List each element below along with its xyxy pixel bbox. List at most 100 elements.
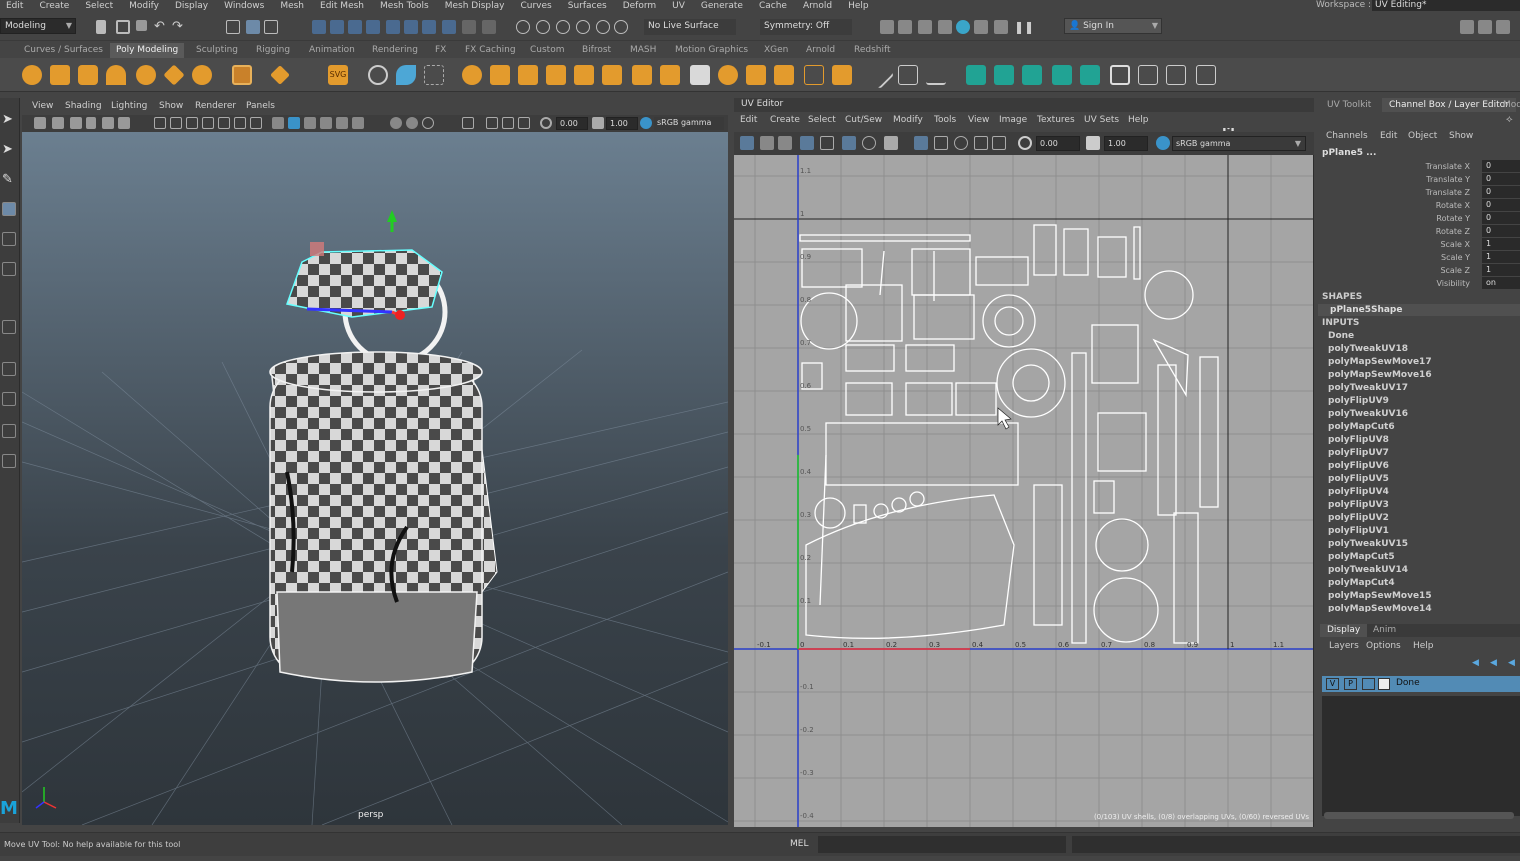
attr-translate-y[interactable]: Translate Y 0 <box>1318 173 1520 186</box>
xray-icon[interactable] <box>486 117 498 129</box>
tab-rendering[interactable]: Rendering <box>366 43 424 58</box>
uv-color-management-icon[interactable] <box>1156 136 1170 150</box>
attr-value[interactable]: 0 <box>1482 199 1520 211</box>
history-icon[interactable] <box>482 20 496 34</box>
create-layer-icon[interactable]: ◀ <box>1490 658 1497 668</box>
tab-display-layers[interactable]: Display <box>1320 624 1368 637</box>
cb-object-name[interactable]: pPlane5 ... <box>1322 148 1376 158</box>
move-layer-up-icon[interactable]: ◀ <box>1472 658 1479 668</box>
uv-gamma-field[interactable]: 1.00 <box>1104 136 1148 151</box>
attr-value[interactable]: 0 <box>1482 225 1520 237</box>
xray-components-icon[interactable] <box>518 117 530 129</box>
move-tool-icon[interactable] <box>2 202 16 216</box>
wand-icon[interactable] <box>994 20 1008 34</box>
tab-curves-surfaces[interactable]: Curves / Surfaces <box>18 43 109 58</box>
layer-menu-options[interactable]: Options <box>1366 641 1401 651</box>
menu-display[interactable]: Display <box>175 1 208 11</box>
textured-icon[interactable] <box>320 117 332 129</box>
uv-menu-image[interactable]: Image <box>999 115 1027 125</box>
xray-joints-icon[interactable] <box>502 117 514 129</box>
anti-alias-icon[interactable] <box>422 117 434 129</box>
field-chart-icon[interactable] <box>218 117 230 129</box>
symmetry-select[interactable]: Symmetry: Off <box>760 19 852 35</box>
transfer-attributes-icon[interactable] <box>1080 65 1100 85</box>
2d-pan-icon[interactable] <box>102 117 114 129</box>
vp-menu-view[interactable]: View <box>32 101 53 111</box>
separate-icon[interactable] <box>396 65 416 85</box>
attr-rotate-z[interactable]: Rotate Z 0 <box>1318 225 1520 238</box>
input-item[interactable]: polyMapSewMove16 <box>1328 369 1432 381</box>
vp-menu-lighting[interactable]: Lighting <box>111 101 147 111</box>
menu-curves[interactable]: Curves <box>520 1 551 11</box>
tab-anim-layers[interactable]: Anim <box>1366 624 1403 637</box>
command-line-label[interactable]: MEL <box>790 839 808 849</box>
colorspace-field[interactable]: sRGB gamma <box>654 117 724 130</box>
paint-select-icon[interactable]: ✎ <box>2 172 13 187</box>
uv-menu-cut-sew[interactable]: Cut/Sew <box>845 115 882 125</box>
attr-value[interactable]: 0 <box>1482 173 1520 185</box>
layout-single-icon[interactable] <box>2 320 16 334</box>
menu-mesh[interactable]: Mesh <box>280 1 304 11</box>
exposure-field[interactable]: 0.00 <box>556 117 588 130</box>
attr-value[interactable]: 0 <box>1482 212 1520 224</box>
layer-color-icon[interactable] <box>1378 678 1390 690</box>
snap-surface-icon[interactable] <box>386 20 400 34</box>
boolean-icon[interactable] <box>774 65 794 85</box>
lock-icon[interactable] <box>462 20 476 34</box>
toggle-attribute-editor-icon[interactable] <box>1478 20 1492 34</box>
arnold-render-icon[interactable] <box>956 20 970 34</box>
exposure-icon[interactable] <box>540 117 552 129</box>
toggle-sidebar-icon[interactable] <box>1460 20 1474 34</box>
extrude-icon[interactable] <box>462 65 482 85</box>
vp-menu-renderer[interactable]: Renderer <box>195 101 236 111</box>
grease-pencil-icon[interactable] <box>118 117 130 129</box>
command-line-input[interactable] <box>818 836 1066 853</box>
input-item[interactable]: polyTweakUV16 <box>1328 408 1408 420</box>
multi-cut-icon[interactable] <box>602 65 622 85</box>
menu-arnold[interactable]: Arnold <box>803 1 832 11</box>
attr-rotate-y[interactable]: Rotate Y 0 <box>1318 212 1520 225</box>
save-scene-icon[interactable] <box>136 20 147 31</box>
display-render-icon[interactable] <box>918 20 932 34</box>
attr-scale-x[interactable]: Scale X 1 <box>1318 238 1520 251</box>
uv-snapshot-icon[interactable] <box>1052 65 1072 85</box>
layer-display-type-toggle[interactable] <box>1362 678 1375 690</box>
center-pivot-icon[interactable] <box>994 65 1014 85</box>
uv-border-icon[interactable] <box>974 136 988 150</box>
sculpt-icon[interactable] <box>718 65 738 85</box>
uv-distortion-icon[interactable] <box>954 136 968 150</box>
poly-cylinder-icon[interactable] <box>78 65 98 85</box>
workspace-select[interactable]: UV Editing* <box>1372 0 1520 11</box>
input-item[interactable]: polyMapCut4 <box>1328 577 1395 589</box>
uv-shell-select-icon[interactable] <box>740 136 754 150</box>
uv-menu-view[interactable]: View <box>968 115 989 125</box>
snap-grid-icon[interactable] <box>312 20 326 34</box>
poly-cone-icon[interactable] <box>106 65 126 85</box>
film-gate-icon[interactable] <box>170 117 182 129</box>
crease-icon[interactable] <box>898 65 918 85</box>
uv-map-icon[interactable] <box>804 65 824 85</box>
menu-uv[interactable]: UV <box>672 1 685 11</box>
ipr-render-icon[interactable] <box>536 20 550 34</box>
pause-icon[interactable]: ❚❚ <box>1014 20 1034 34</box>
snap-curve-icon[interactable] <box>330 20 344 34</box>
uv-menu-modify[interactable]: Modify <box>893 115 923 125</box>
menu-surfaces[interactable]: Surfaces <box>568 1 607 11</box>
layout-four-icon[interactable] <box>2 362 16 376</box>
attr-scale-z[interactable]: Scale Z 1 <box>1318 264 1520 277</box>
uv-menu-select[interactable]: Select <box>808 115 836 125</box>
camera-attributes-icon[interactable] <box>52 117 64 129</box>
uv-colorspace-field[interactable]: sRGB gamma ▼ <box>1172 136 1306 151</box>
camera-select-icon[interactable] <box>34 117 46 129</box>
gamma-icon[interactable] <box>592 117 604 129</box>
sign-in-button[interactable]: 👤 Sign In ▼ <box>1064 18 1162 34</box>
snap-vertex-icon[interactable] <box>404 20 418 34</box>
render-frame-icon[interactable] <box>880 20 894 34</box>
select-tool-icon[interactable]: ➤ <box>2 112 13 127</box>
image-plane-icon[interactable] <box>86 117 96 129</box>
live-surface-field[interactable]: No Live Surface <box>644 19 736 35</box>
ambient-occlusion-icon[interactable] <box>390 117 402 129</box>
mirror-icon[interactable] <box>746 65 766 85</box>
uv-menu-help[interactable]: Help <box>1128 115 1149 125</box>
lasso-tool-icon[interactable]: ➤ <box>2 142 13 157</box>
